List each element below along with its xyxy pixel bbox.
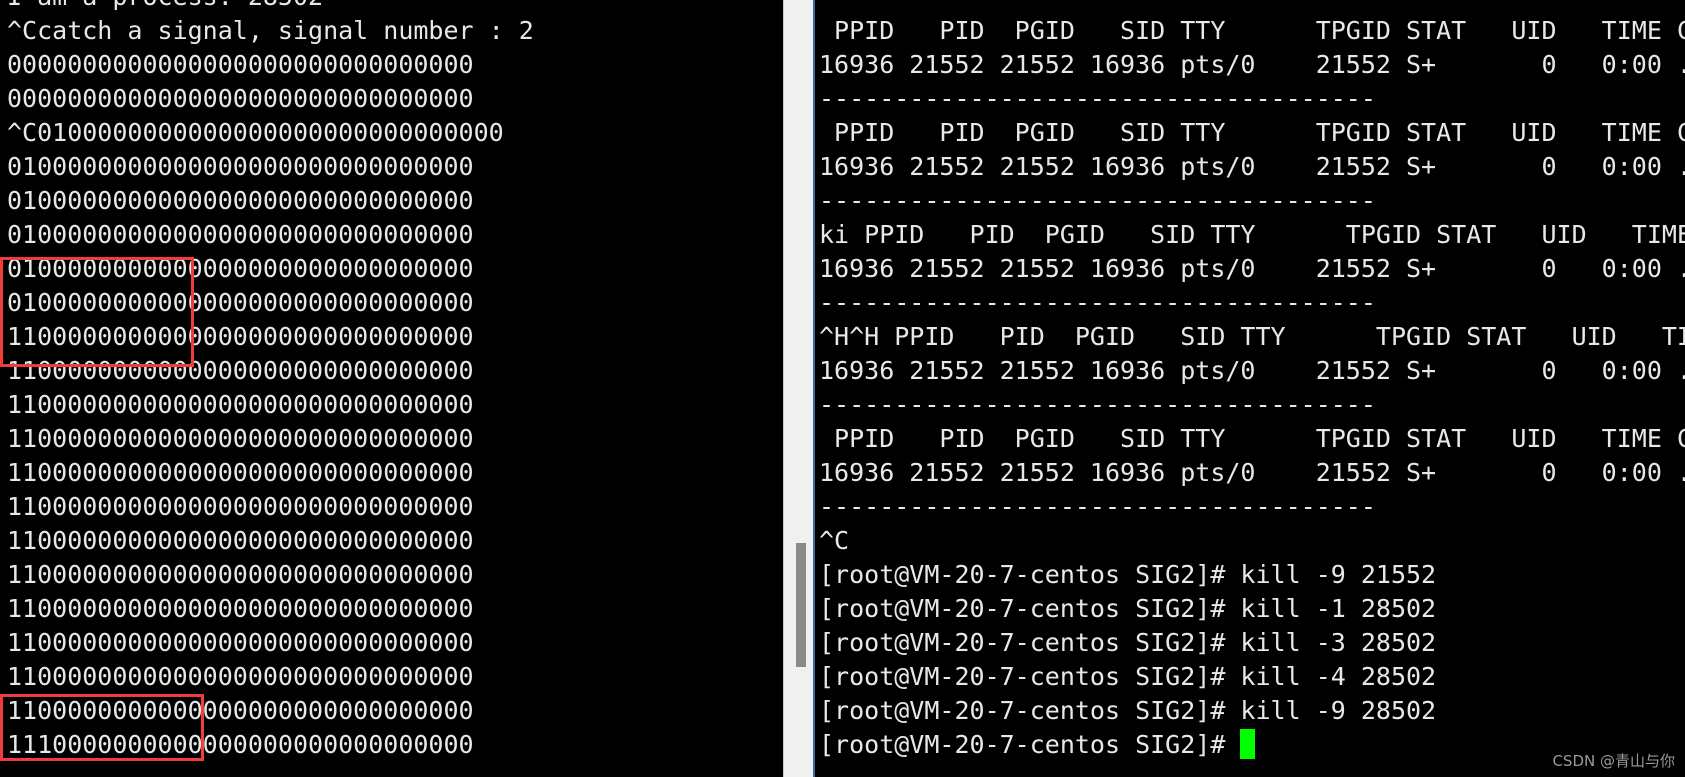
terminal-line: PPID PID PGID SID TTY TPGID STAT UID TIM… xyxy=(834,424,1685,453)
terminal-line: [root@VM-20-7-centos SIG2]# kill -4 2850… xyxy=(819,662,1437,691)
terminal-line: [root@VM-20-7-centos SIG2]# kill -3 2850… xyxy=(819,628,1437,657)
terminal-line: ------------------------------------- xyxy=(819,492,1376,521)
terminal-line: [root@VM-20-7-centos SIG2]# kill -9 2850… xyxy=(819,696,1437,725)
terminal-line: 1100000000000000000000000000000 xyxy=(7,458,474,487)
watermark: CSDN @青山与你 xyxy=(1552,752,1675,770)
terminal-line: ki PPID PID PGID SID TTY TPGID STAT UID … xyxy=(819,220,1685,249)
terminal-line: 1100000000000000000000000000000 xyxy=(7,492,474,521)
terminal-line: ^Ccatch a signal, signal number : 2 xyxy=(7,16,534,45)
terminal-line: 1100000000000000000000000000000 xyxy=(7,390,474,419)
left-terminal-pane[interactable]: I am a process: 28502 ^Ccatch a signal, s… xyxy=(0,0,783,777)
highlight-box xyxy=(0,257,194,367)
scrollbar[interactable] xyxy=(783,0,814,777)
terminal-line: 16936 21552 21552 16936 pts/0 21552 S+ 0… xyxy=(819,152,1685,181)
terminal-line: ^C0100000000000000000000000000000 xyxy=(7,118,504,147)
terminal-line: ------------------------------------- xyxy=(819,288,1376,317)
terminal-line: 0100000000000000000000000000000 xyxy=(7,152,474,181)
terminal-line: 16936 21552 21552 16936 pts/0 21552 S+ 0… xyxy=(819,458,1685,487)
terminal-line: 0000000000000000000000000000000 xyxy=(7,50,474,79)
terminal-line: 1100000000000000000000000000000 xyxy=(7,424,474,453)
terminal-line: 16936 21552 21552 16936 pts/0 21552 S+ 0… xyxy=(819,356,1685,385)
terminal-line: 0100000000000000000000000000000 xyxy=(7,220,474,249)
terminal-line: 0000000000000000000000000000000 xyxy=(7,84,474,113)
terminal-line: 16936 21552 21552 16936 pts/0 21552 S+ 0… xyxy=(819,254,1685,283)
terminal-line: ^C xyxy=(819,526,850,555)
terminal-line: 1100000000000000000000000000000 xyxy=(7,560,474,589)
terminal-line: [root@VM-20-7-centos SIG2]# kill -9 2155… xyxy=(819,560,1437,589)
left-terminal-output: I am a process: 28502 ^Ccatch a signal, s… xyxy=(7,0,534,762)
terminal-line: 1100000000000000000000000000000 xyxy=(7,628,474,657)
scrollbar-thumb[interactable] xyxy=(796,543,806,667)
terminal-line: ------------------------------------- xyxy=(819,84,1376,113)
terminal-line: I am a process: 28502 xyxy=(7,0,534,14)
terminal-line: PPID PID PGID SID TTY TPGID STAT UID TIM… xyxy=(834,118,1685,147)
right-terminal-pane[interactable]: PPID PID PGID SID TTY TPGID STAT UID TIM… xyxy=(813,0,1685,777)
cursor-block xyxy=(1240,729,1256,759)
prompt-text: [root@VM-20-7-centos SIG2]# xyxy=(819,730,1241,759)
terminal-line: 16936 21552 21552 16936 pts/0 21552 S+ 0… xyxy=(819,50,1685,79)
terminal-line: ^H^H PPID PID PGID SID TTY TPGID STAT UI… xyxy=(819,322,1685,351)
terminal-line: [root@VM-20-7-centos SIG2]# kill -1 2850… xyxy=(819,594,1437,623)
terminal-line: PPID PID PGID SID TTY TPGID STAT UID TIM… xyxy=(834,16,1685,45)
right-terminal-output: PPID PID PGID SID TTY TPGID STAT UID TIM… xyxy=(819,0,1685,762)
terminal-line: 0100000000000000000000000000000 xyxy=(7,186,474,215)
terminal-line: 1100000000000000000000000000000 xyxy=(7,594,474,623)
terminal-line: 1100000000000000000000000000000 xyxy=(7,526,474,555)
terminal-line: ------------------------------------- xyxy=(819,186,1376,215)
terminal-line: ------------------------------------- xyxy=(819,390,1376,419)
highlight-box xyxy=(0,694,204,761)
terminal-line: 1100000000000000000000000000000 xyxy=(7,662,474,691)
